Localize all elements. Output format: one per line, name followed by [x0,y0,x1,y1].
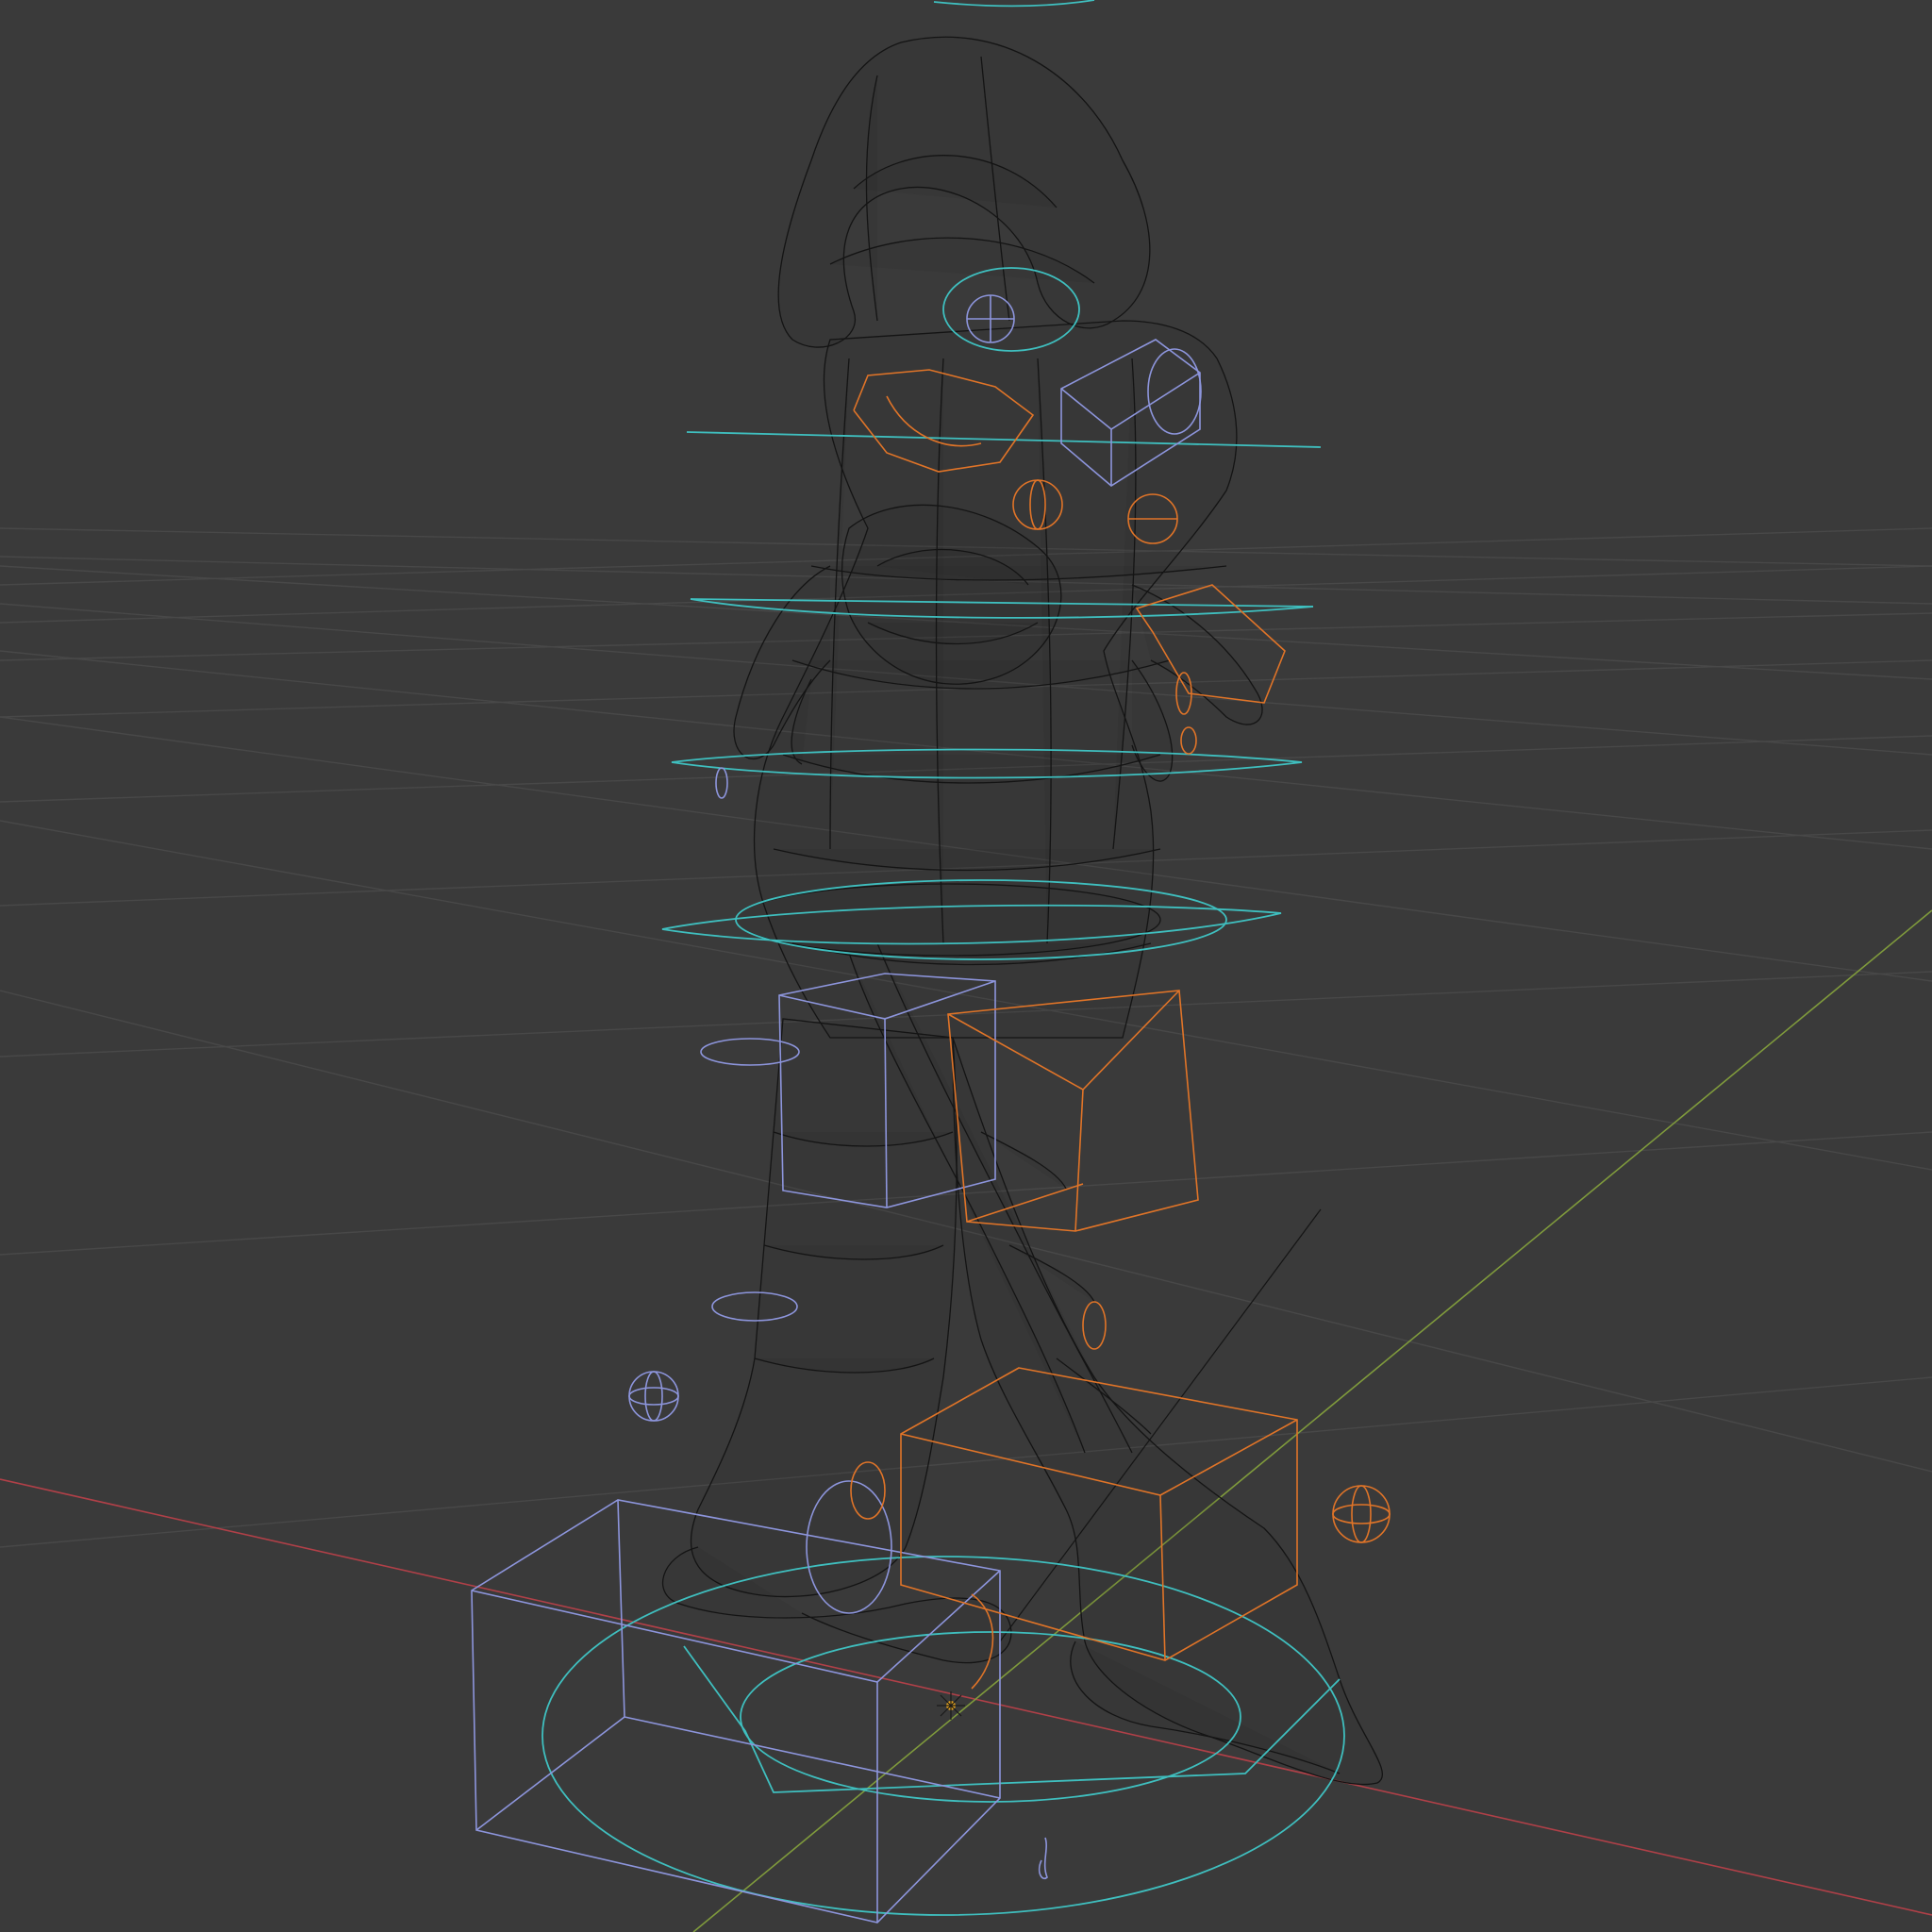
character-mesh[interactable] [662,36,1384,1786]
axis-x-line [0,1478,1932,1916]
object-origin-icon[interactable] [937,1691,965,1720]
3d-viewport[interactable] [0,0,1932,1932]
viewport-canvas[interactable] [0,0,1932,1932]
